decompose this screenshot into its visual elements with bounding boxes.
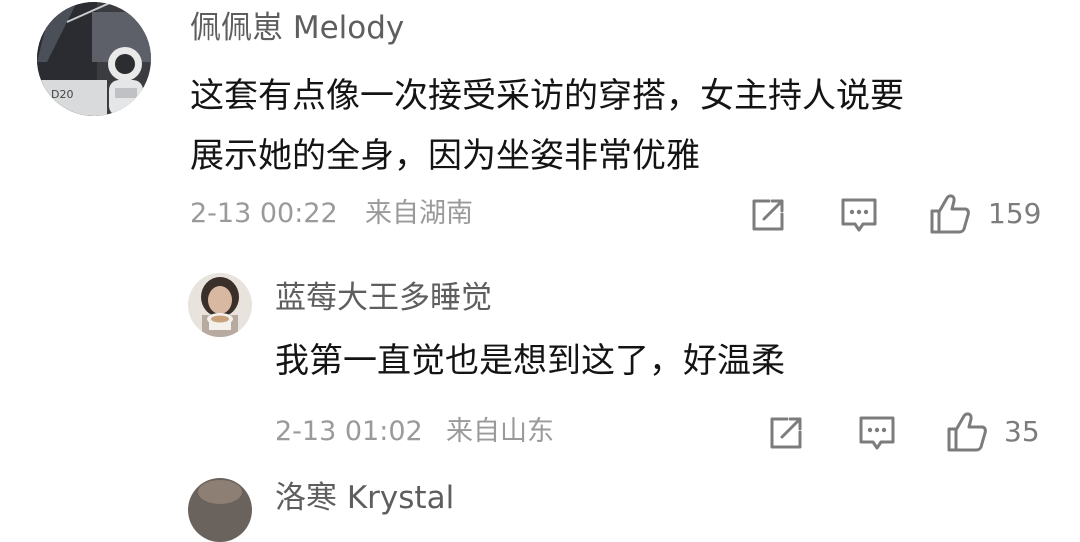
partial-avatar-icon	[188, 478, 252, 542]
comment-author[interactable]: 蓝莓大王多睡觉	[275, 278, 492, 318]
comment-text-line-1: 我第一直觉也是想到这了，好温柔	[275, 341, 785, 381]
comment-timestamp: 2-13 01:02	[275, 416, 423, 447]
comment-location: 来自山东	[446, 416, 554, 447]
comment-icon[interactable]	[838, 195, 880, 239]
svg-text:D20: D20	[51, 88, 73, 101]
astronaut-avatar-icon: D20	[37, 2, 151, 116]
comment-author[interactable]: 洛寒 Krystal	[275, 478, 454, 518]
woman-coffee-avatar-icon	[188, 273, 252, 337]
avatar[interactable]	[188, 478, 252, 542]
avatar[interactable]	[188, 273, 252, 337]
avatar[interactable]: D20	[37, 2, 151, 116]
comment-author[interactable]: 佩佩崽 Melody	[190, 8, 404, 48]
comment-icon[interactable]	[856, 413, 898, 457]
like-count: 159	[988, 197, 1042, 230]
share-icon[interactable]	[748, 195, 788, 239]
comment-text-line-2: 展示她的全身，因为坐姿非常优雅	[190, 136, 700, 176]
thumbs-up-icon[interactable]	[928, 192, 972, 240]
comment-timestamp: 2-13 00:22	[190, 198, 338, 229]
like-count: 35	[1004, 415, 1040, 448]
comment-location: 来自湖南	[365, 198, 473, 229]
thumbs-up-icon[interactable]	[945, 410, 989, 458]
share-icon[interactable]	[766, 413, 806, 457]
comment-text-line-1: 这套有点像一次接受采访的穿搭，女主持人说要	[190, 76, 904, 116]
